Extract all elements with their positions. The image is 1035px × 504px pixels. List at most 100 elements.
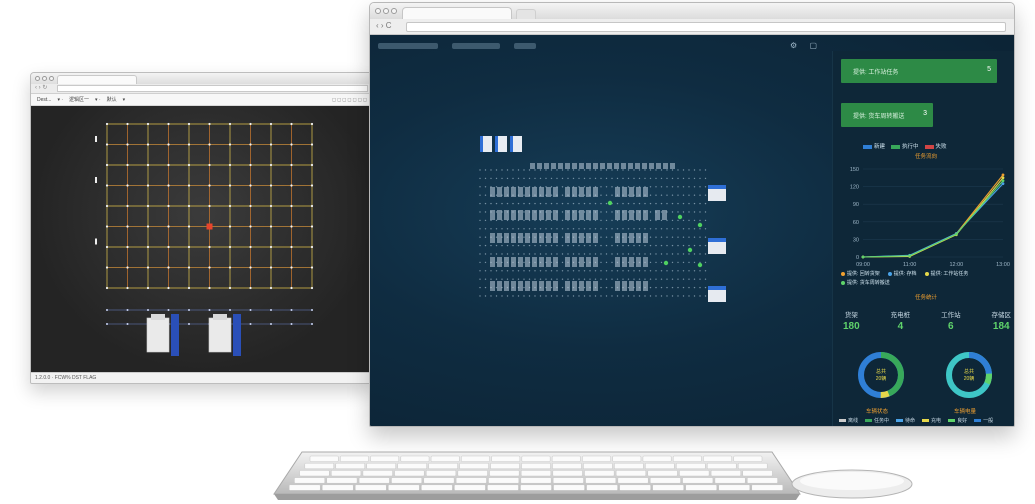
address-bar[interactable] — [406, 22, 1006, 32]
shelf-unit — [615, 210, 620, 220]
task-button-workstation[interactable]: 提供: 工作站任务 5 — [841, 59, 997, 83]
key — [679, 470, 710, 477]
browser-tab[interactable] — [57, 75, 137, 84]
grid-node — [310, 286, 314, 290]
shelf-unit — [525, 187, 530, 197]
key — [619, 484, 651, 491]
path-node — [490, 270, 492, 272]
grid-node — [187, 163, 191, 167]
path-node — [655, 186, 657, 188]
path-node — [567, 202, 569, 205]
path-node — [484, 177, 487, 180]
grid-node — [310, 143, 314, 146]
path-node — [677, 169, 679, 171]
nav-arrows-icon[interactable]: ‹ › ↻ — [35, 84, 47, 91]
path-node — [693, 278, 696, 280]
map-canvas[interactable] — [31, 106, 374, 374]
grid-node — [167, 143, 170, 146]
browser-tab[interactable] — [402, 7, 512, 19]
path-node — [677, 295, 679, 297]
path-node — [704, 236, 707, 238]
path-node — [523, 261, 525, 264]
shelf-unit — [497, 281, 502, 291]
toolbar-icons[interactable]: ◻◻◻◻◻◻◻ — [332, 97, 368, 103]
new-tab-button[interactable] — [516, 9, 536, 19]
path-node — [528, 270, 531, 272]
nav-arrows-icon[interactable]: ‹ › C — [376, 21, 392, 30]
path-node — [600, 278, 602, 280]
path-node — [605, 186, 608, 188]
grid-node — [187, 204, 191, 208]
address-bar[interactable] — [57, 85, 368, 92]
workstation-icon-header — [708, 238, 726, 242]
path-node — [583, 253, 586, 255]
key — [362, 470, 393, 477]
grid-node — [249, 143, 252, 146]
shelf-unit — [593, 163, 598, 169]
menu-item-dest[interactable]: Dest... — [37, 97, 51, 103]
shelf-unit — [539, 281, 544, 291]
path-node — [677, 202, 679, 205]
window-controls[interactable] — [375, 8, 397, 14]
key — [321, 484, 354, 491]
path-node — [539, 228, 542, 230]
path-node — [633, 244, 635, 247]
key — [331, 470, 362, 477]
path-node — [660, 278, 663, 280]
path-node — [688, 244, 690, 247]
warehouse-floor-map[interactable] — [370, 35, 832, 427]
path-node — [490, 278, 492, 280]
path-node — [567, 228, 569, 230]
path-node — [495, 278, 498, 280]
path-node — [644, 202, 646, 205]
path-node — [638, 169, 641, 171]
menu-item-default[interactable]: 默认 — [107, 96, 117, 103]
path-node — [660, 261, 663, 264]
parking-node — [270, 309, 272, 311]
shelf-unit — [490, 210, 495, 220]
grid-node — [208, 245, 211, 249]
window-controls[interactable] — [35, 76, 54, 81]
path-node — [633, 278, 635, 280]
grid-node — [249, 266, 252, 269]
menu-item-logic-area[interactable]: 逻辑区一 — [69, 96, 89, 103]
grid-node — [249, 204, 252, 208]
path-node — [688, 278, 690, 280]
shelf-unit — [643, 233, 648, 243]
path-node — [583, 286, 586, 289]
path-node — [666, 286, 668, 289]
path-node — [693, 219, 696, 222]
path-node — [583, 236, 586, 238]
path-node — [688, 253, 690, 255]
shelf-unit — [593, 233, 598, 243]
legend-item-vehicle: 较充差 — [922, 426, 946, 427]
path-node — [490, 253, 492, 255]
path-node — [589, 253, 591, 255]
path-node — [561, 270, 564, 272]
path-node — [523, 236, 525, 238]
path-node — [660, 295, 663, 297]
x-tick-label: 09:00 — [856, 262, 870, 268]
legend-item-vehicle: 异常 — [865, 426, 884, 427]
grid-node — [208, 286, 211, 290]
legend-item-vehicle: 极低 — [953, 426, 972, 427]
grid-node — [126, 245, 129, 249]
path-node — [655, 228, 657, 230]
path-node — [534, 228, 536, 230]
key — [552, 470, 583, 477]
key — [521, 462, 551, 470]
path-node — [649, 270, 652, 272]
agv-robot-marker — [677, 214, 683, 220]
path-node — [649, 295, 652, 297]
grid-node — [126, 225, 129, 228]
shelf-unit — [553, 233, 558, 243]
grid-node — [126, 143, 129, 146]
path-node — [704, 169, 707, 171]
key — [737, 462, 768, 470]
path-node — [704, 253, 707, 255]
grid-node — [105, 163, 109, 167]
path-node — [605, 194, 608, 196]
task-button-transfer[interactable]: 提供: 货车周转搬送 3 — [841, 103, 933, 127]
path-node — [534, 270, 536, 272]
shelf-unit — [636, 281, 641, 291]
